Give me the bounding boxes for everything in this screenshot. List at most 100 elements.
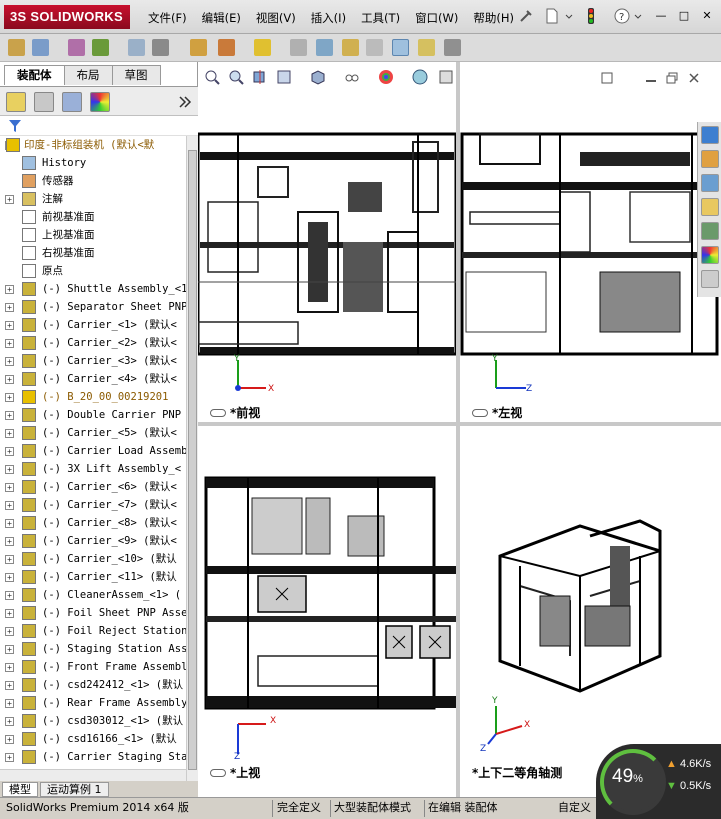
tree-item[interactable]: + (-) Carrier_<9> (默认<	[0, 532, 186, 550]
tree-item[interactable]: + 注解	[0, 190, 186, 208]
zoom-to-area-icon[interactable]	[228, 69, 244, 85]
exploded-view-icon[interactable]	[342, 39, 359, 56]
tree-item[interactable]: + (-) Foil Reject Station	[0, 622, 186, 640]
tree-item[interactable]: + (-) Carrier_<5> (默认<	[0, 424, 186, 442]
tab-assembly[interactable]: 装配体	[4, 65, 65, 85]
menu-help[interactable]: 帮助(H)	[473, 10, 514, 26]
menu-edit[interactable]: 编辑(E)	[202, 10, 241, 26]
maximize-button[interactable]: □	[676, 9, 692, 23]
view-palette-icon[interactable]	[701, 222, 719, 240]
tree-item[interactable]: + (-) 3X Lift Assembly_<	[0, 460, 186, 478]
tree-item[interactable]: + (-) Front Frame Assembl	[0, 658, 186, 676]
expand-icon[interactable]: +	[5, 501, 14, 510]
expand-icon[interactable]: +	[5, 411, 14, 420]
expand-icon[interactable]: +	[5, 321, 14, 330]
viewport-front[interactable]: Y X *前视	[198, 92, 456, 422]
expand-icon[interactable]: +	[5, 195, 14, 204]
home-icon[interactable]	[701, 150, 719, 168]
tree-item[interactable]: + (-) Carrier_<2> (默认<	[0, 334, 186, 352]
tree-item[interactable]: + (-) Rear Frame Assembly	[0, 694, 186, 712]
scene-icon[interactable]	[412, 69, 428, 85]
expand-icon[interactable]: +	[5, 699, 14, 708]
expand-icon[interactable]: +	[5, 429, 14, 438]
tree-item[interactable]: + (-) Staging Station Ass	[0, 640, 186, 658]
menu-tools[interactable]: 工具(T)	[361, 10, 400, 26]
expand-icon[interactable]: +	[5, 591, 14, 600]
chevron-down-icon[interactable]	[634, 8, 642, 24]
viewport-minimize-icon[interactable]	[645, 72, 657, 84]
expand-icon[interactable]: +	[5, 465, 14, 474]
tab-motion-study[interactable]: 运动算例 1	[40, 781, 109, 797]
expand-icon[interactable]: +	[5, 537, 14, 546]
display-manager-icon[interactable]	[90, 92, 110, 112]
new-document-icon[interactable]	[544, 8, 560, 24]
viewport-isometric[interactable]: Y X Z *上下二等角轴测	[460, 426, 721, 782]
edit-component-icon[interactable]	[8, 39, 25, 56]
zoom-to-fit-icon[interactable]	[204, 69, 220, 85]
smart-fasteners-icon[interactable]	[128, 39, 145, 56]
viewport-horizontal-splitter[interactable]	[198, 422, 721, 426]
viewport-left[interactable]: Y Z *左视	[460, 92, 721, 422]
expand-icon[interactable]: +	[5, 285, 14, 294]
tree-item[interactable]: + (-) Carrier Load Assemb	[0, 442, 186, 460]
expand-icon[interactable]: +	[5, 519, 14, 528]
expand-icon[interactable]: +	[5, 555, 14, 564]
tree-item[interactable]: + (-) CleanerAssem_<1> (	[0, 586, 186, 604]
edit-appearance-icon[interactable]	[378, 69, 394, 85]
tree-item[interactable]: + (-) Carrier_<11> (默认	[0, 568, 186, 586]
graphics-area[interactable]: Y X *前视 Y Z *左视 X Z *上视 Y X Z *上下二等角轴测	[198, 62, 721, 797]
tree-horizontal-scrollbar[interactable]	[0, 769, 186, 781]
network-speed-widget[interactable]: 49% ▲ 4.6K/s ▼ 0.5K/s	[596, 744, 721, 819]
bill-of-materials-icon[interactable]	[316, 39, 333, 56]
design-library-icon[interactable]	[701, 174, 719, 192]
menu-view[interactable]: 视图(V)	[256, 10, 296, 26]
status-units[interactable]: 自定义	[558, 798, 591, 818]
view-settings-icon[interactable]	[438, 69, 454, 85]
viewport-top[interactable]: X Z *上视	[198, 426, 456, 782]
expand-icon[interactable]: +	[5, 339, 14, 348]
tree-item[interactable]: + (-) B_20_00_00219201	[0, 388, 186, 406]
minimize-button[interactable]: —	[653, 9, 669, 23]
tree-item[interactable]: -印度-非标组装机 (默认<默	[0, 136, 186, 154]
viewport-restore-icon[interactable]	[666, 72, 678, 84]
component-pattern-icon[interactable]	[92, 39, 109, 56]
property-manager-icon[interactable]	[34, 92, 54, 112]
tree-item[interactable]: 右视基准面	[0, 244, 186, 262]
move-component-icon[interactable]	[152, 39, 169, 56]
tree-item[interactable]: 上视基准面	[0, 226, 186, 244]
expand-icon[interactable]: +	[5, 717, 14, 726]
viewport-close-icon[interactable]	[688, 72, 700, 84]
expand-icon[interactable]: +	[5, 393, 14, 402]
chevron-down-icon[interactable]	[565, 8, 573, 24]
traffic-light-icon[interactable]	[583, 8, 599, 24]
tree-item[interactable]: 传感器	[0, 172, 186, 190]
solidworks-logo[interactable]: 3S SOLIDWORKS	[4, 5, 130, 29]
viewport-vertical-splitter[interactable]	[456, 62, 460, 797]
tree-item[interactable]: + (-) Separator Sheet PNP	[0, 298, 186, 316]
feature-manager-icon[interactable]	[6, 92, 26, 112]
tab-model[interactable]: 模型	[2, 781, 38, 797]
file-explorer-icon[interactable]	[701, 198, 719, 216]
tree-item[interactable]: + (-) Carrier_<7> (默认<	[0, 496, 186, 514]
tree-item[interactable]: + (-) Carrier_<1> (默认<	[0, 316, 186, 334]
custom-properties-icon[interactable]	[701, 270, 719, 288]
explode-line-sketch-icon[interactable]	[366, 39, 383, 56]
solidworks-resources-icon[interactable]	[701, 126, 719, 144]
instant3d-icon[interactable]	[392, 39, 409, 56]
scrollbar-thumb[interactable]	[188, 150, 197, 770]
menu-file[interactable]: 文件(F)	[148, 10, 187, 26]
reference-geometry-icon[interactable]	[254, 39, 271, 56]
view-orientation-icon[interactable]	[276, 69, 292, 85]
tree-item[interactable]: 前视基准面	[0, 208, 186, 226]
expand-icon[interactable]: +	[5, 447, 14, 456]
tree-item[interactable]: + (-) csd16166_<1> (默认	[0, 730, 186, 748]
tree-item[interactable]: 原点	[0, 262, 186, 280]
tab-sketch[interactable]: 草图	[111, 65, 161, 85]
tree-item[interactable]: + (-) Foil Sheet PNP Asse	[0, 604, 186, 622]
hide-show-items-icon[interactable]	[344, 69, 360, 85]
tree-item[interactable]: + (-) Carrier_<6> (默认<	[0, 478, 186, 496]
tree-item[interactable]: History	[0, 154, 186, 172]
expand-icon[interactable]: +	[5, 627, 14, 636]
expand-icon[interactable]: +	[5, 375, 14, 384]
viewport-options-icon[interactable]	[601, 72, 613, 84]
